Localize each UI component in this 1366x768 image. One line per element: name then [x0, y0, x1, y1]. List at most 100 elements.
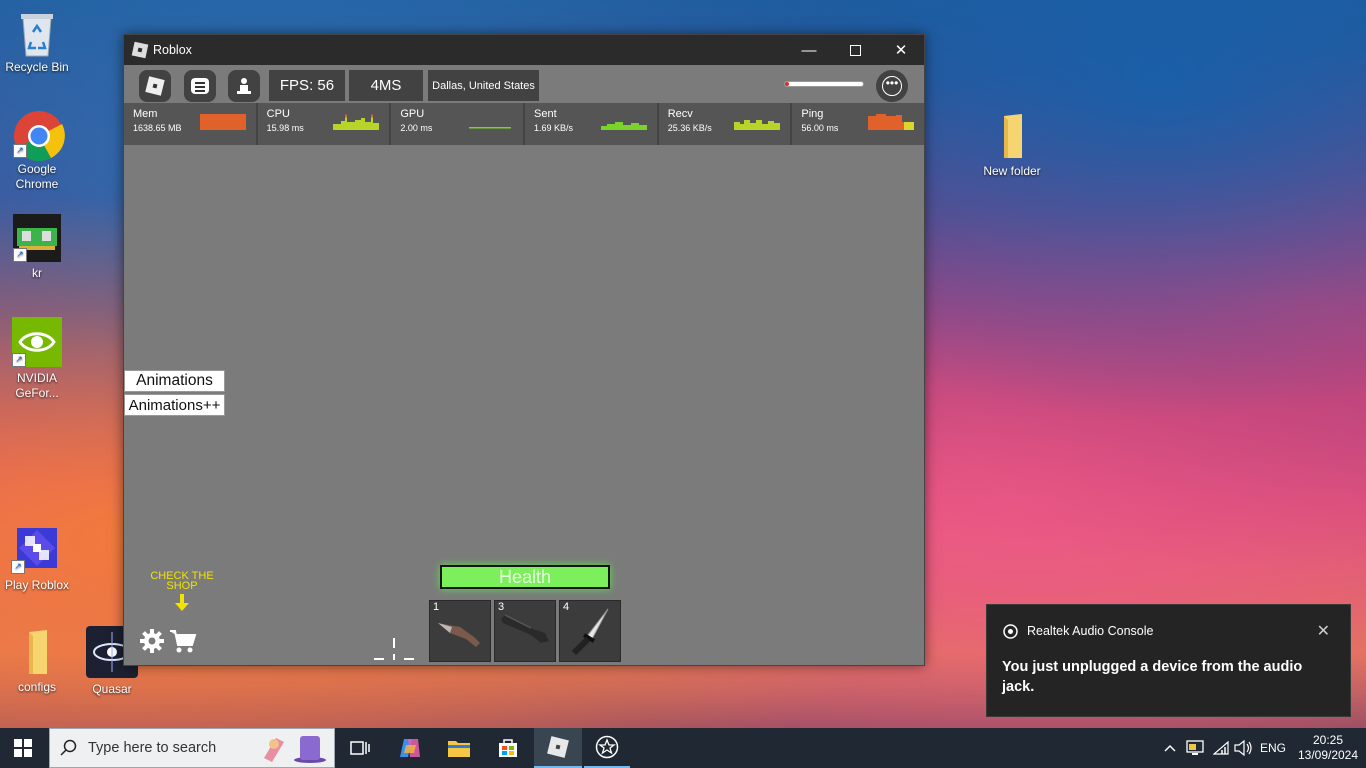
desktop-icon-label: New folder	[983, 164, 1041, 178]
stat-name: GPU	[400, 108, 425, 120]
folder-icon	[988, 112, 1036, 160]
roblox-studio-icon: ↗	[11, 522, 63, 574]
copilot-icon	[400, 739, 420, 757]
maximize-icon	[849, 44, 861, 56]
cart-icon	[170, 630, 197, 653]
desktop-icon-kr[interactable]: ↗ kr	[2, 214, 72, 281]
language-indicator[interactable]: ENG	[1258, 728, 1288, 768]
performance-stats-bar: Mem 1638.65 MB CPU 15.98 ms GPU 2.00 ms …	[124, 103, 924, 145]
ping-graph	[868, 114, 915, 130]
shield-monitor-icon	[1186, 740, 1204, 755]
search-placeholder: Type here to search	[88, 740, 217, 756]
slot-number: 1	[433, 601, 440, 613]
file-explorer-button[interactable]	[436, 728, 482, 768]
gpu-graph	[469, 127, 512, 129]
desktop-icon-label: Play Roblox	[4, 578, 70, 592]
desktop-icon-google-chrome[interactable]: ↗ Google Chrome	[2, 110, 72, 192]
copilot-button[interactable]	[387, 728, 433, 768]
notification-message: You just unplugged a device from the aud…	[1002, 659, 1303, 695]
crosshair-icon	[374, 638, 414, 660]
stat-sent[interactable]: Sent 1.69 KB/s	[525, 103, 659, 145]
stat-name: Sent	[534, 108, 557, 120]
avatar-button[interactable]	[228, 70, 260, 102]
settings-button[interactable]	[139, 628, 165, 654]
slot-number: 4	[563, 601, 570, 613]
shortcut-arrow-icon: ↗	[13, 248, 27, 262]
hotbar-slot-4[interactable]: 4	[559, 600, 621, 662]
stat-name: Ping	[801, 108, 824, 120]
desktop-icon-label: Google Chrome	[15, 162, 59, 191]
notification-toast[interactable]: Realtek Audio Console ✕ You just unplugg…	[986, 604, 1351, 717]
more-options-button[interactable]: •••	[876, 70, 908, 102]
hotbar-slot-1[interactable]: 1	[429, 600, 491, 662]
roblox-topbar: FPS: 56 4MS Dallas, United States •••	[124, 65, 924, 103]
quasar-taskbar-button[interactable]	[584, 728, 630, 768]
close-button[interactable]: ✕	[878, 35, 924, 65]
show-hidden-icons-button[interactable]	[1160, 728, 1180, 768]
roblox-logo-icon	[131, 41, 149, 59]
sent-graph	[600, 122, 647, 130]
start-button[interactable]	[0, 728, 46, 768]
tray-volume-icon[interactable]	[1232, 728, 1254, 768]
stat-value: 56.00 ms	[801, 123, 839, 133]
desktop-icon-label: Quasar	[92, 682, 132, 696]
stat-recv[interactable]: Recv 25.36 KB/s	[659, 103, 793, 145]
stat-value: 2.00 ms	[400, 123, 433, 133]
tray-network-icon[interactable]	[1210, 728, 1232, 768]
shop-button[interactable]	[169, 627, 197, 655]
animations-button[interactable]: Animations	[124, 370, 225, 392]
stat-name: Recv	[667, 108, 693, 120]
recycle-bin-icon	[13, 8, 61, 57]
fps-display: FPS: 56	[269, 70, 345, 101]
shortcut-arrow-icon: ↗	[13, 144, 27, 158]
desktop-icon-nvidia[interactable]: ↗ NVIDIA GeFor...	[2, 317, 72, 401]
clock-date: 13/09/2024	[1297, 748, 1359, 762]
avatar-icon	[237, 78, 251, 94]
voice-slider[interactable]	[784, 81, 864, 87]
hotbar-slot-3[interactable]: 3	[494, 600, 556, 662]
stat-value: 1638.65 MB	[133, 123, 182, 133]
chat-button[interactable]	[184, 70, 216, 102]
maximize-button[interactable]	[832, 35, 878, 65]
stat-ping[interactable]: Ping 56.00 ms	[792, 103, 924, 145]
microsoft-store-button[interactable]	[485, 728, 531, 768]
desktop-icon-play-roblox[interactable]: ↗ Play Roblox	[2, 522, 72, 593]
desktop-icon-configs[interactable]: configs	[2, 628, 72, 695]
desktop-icon-recycle-bin[interactable]: Recycle Bin	[2, 8, 72, 75]
star-circle-icon	[595, 735, 619, 759]
task-view-button[interactable]	[337, 728, 383, 768]
realtek-audio-icon	[1003, 624, 1018, 639]
taskbar-search[interactable]: Type here to search	[49, 728, 335, 768]
notification-close-button[interactable]: ✕	[1317, 621, 1330, 641]
stat-mem[interactable]: Mem 1638.65 MB	[124, 103, 258, 145]
desktop-icon-new-folder[interactable]: New folder	[977, 112, 1047, 179]
roblox-taskbar-button[interactable]	[534, 728, 582, 768]
stat-value: 15.98 ms	[266, 123, 304, 133]
search-highlight-icon	[264, 736, 326, 763]
clock[interactable]: 20:25 13/09/2024	[1292, 728, 1364, 768]
windows-logo-icon	[14, 739, 32, 757]
window-titlebar[interactable]: Roblox — ✕	[124, 35, 924, 65]
stat-cpu[interactable]: CPU 15.98 ms	[258, 103, 392, 145]
gear-icon	[140, 629, 164, 653]
task-view-icon	[350, 741, 370, 755]
file-explorer-icon	[448, 741, 470, 757]
cpu-graph	[333, 114, 380, 130]
mem-graph	[199, 114, 246, 130]
recv-graph	[734, 120, 781, 130]
stat-name: CPU	[266, 108, 290, 120]
chat-icon	[191, 78, 209, 94]
desktop-icon-label: NVIDIA GeFor...	[15, 371, 59, 400]
animations-plus-button[interactable]: Animations++	[124, 394, 225, 416]
roblox-menu-button[interactable]	[139, 70, 171, 102]
minimize-button[interactable]: —	[786, 35, 832, 65]
roblox-logo-icon	[547, 736, 569, 758]
clock-time: 20:25	[1312, 733, 1344, 747]
tray-security-icon[interactable]	[1184, 728, 1206, 768]
stat-value: 1.69 KB/s	[534, 123, 574, 133]
desktop-icon-label: kr	[32, 266, 42, 280]
stat-gpu[interactable]: GPU 2.00 ms	[391, 103, 526, 145]
chevron-up-icon	[1164, 744, 1176, 752]
notification-app-name: Realtek Audio Console	[1027, 624, 1154, 638]
search-icon	[60, 739, 77, 756]
